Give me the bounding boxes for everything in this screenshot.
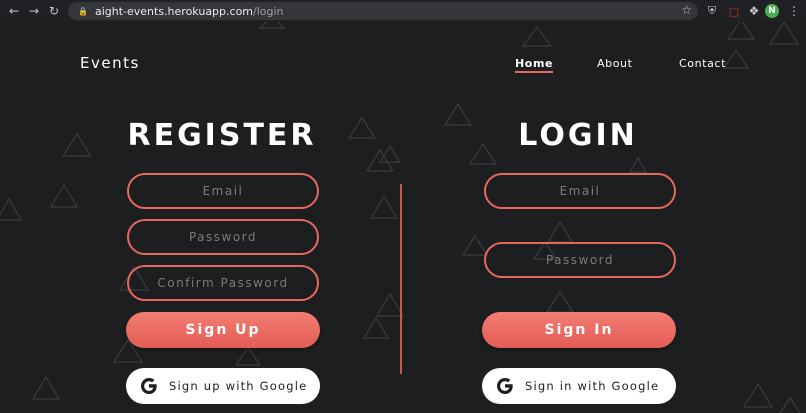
- sign-up-button[interactable]: Sign Up: [126, 312, 320, 348]
- address-bar[interactable]: 🔒 aight-events.herokuapp.com/login ☆: [68, 2, 698, 20]
- column-divider: [400, 184, 402, 374]
- brand-logo[interactable]: Events: [80, 54, 140, 72]
- nav-home-link[interactable]: Home: [515, 57, 554, 73]
- profile-avatar[interactable]: N: [765, 4, 779, 18]
- forward-arrow-icon[interactable]: →: [24, 0, 44, 22]
- login-password-input[interactable]: [484, 242, 676, 278]
- google-icon: [494, 375, 516, 397]
- nav-about-link[interactable]: About: [597, 57, 633, 70]
- register-password-input[interactable]: [127, 219, 319, 255]
- login-title: LOGIN: [518, 118, 638, 153]
- google-sign-up-button[interactable]: Sign up with Google: [126, 368, 320, 404]
- pdf-extension-icon[interactable]: □: [726, 3, 742, 19]
- google-sign-in-label: Sign in with Google: [525, 379, 660, 393]
- triangle-background-pattern: [0, 22, 801, 413]
- login-email-input[interactable]: [484, 173, 676, 209]
- register-confirm-password-input[interactable]: [127, 265, 319, 301]
- browser-toolbar: ← → ↻ 🔒 aight-events.herokuapp.com/login…: [0, 0, 806, 22]
- page-content: Events Home About Contact REGISTER Sign …: [0, 22, 806, 413]
- google-icon: [138, 375, 160, 397]
- google-sign-in-button[interactable]: Sign in with Google: [482, 368, 676, 404]
- lock-icon: 🔒: [78, 6, 88, 16]
- back-arrow-icon[interactable]: ←: [4, 0, 24, 22]
- reload-icon[interactable]: ↻: [44, 0, 64, 22]
- nav-contact-link[interactable]: Contact: [679, 57, 726, 70]
- register-email-input[interactable]: [127, 173, 319, 209]
- register-title: REGISTER: [127, 118, 317, 153]
- google-sign-up-label: Sign up with Google: [169, 379, 308, 393]
- sign-in-button[interactable]: Sign In: [482, 312, 676, 348]
- url-host: aight-events.herokuapp.com: [94, 4, 254, 18]
- shield-extension-icon[interactable]: ⛨: [704, 3, 720, 19]
- browser-menu-icon[interactable]: ⋮: [786, 3, 802, 19]
- bookmark-star-icon[interactable]: ☆: [681, 3, 692, 17]
- extensions-puzzle-icon[interactable]: ❖: [746, 3, 762, 19]
- url-path: /login: [253, 4, 284, 18]
